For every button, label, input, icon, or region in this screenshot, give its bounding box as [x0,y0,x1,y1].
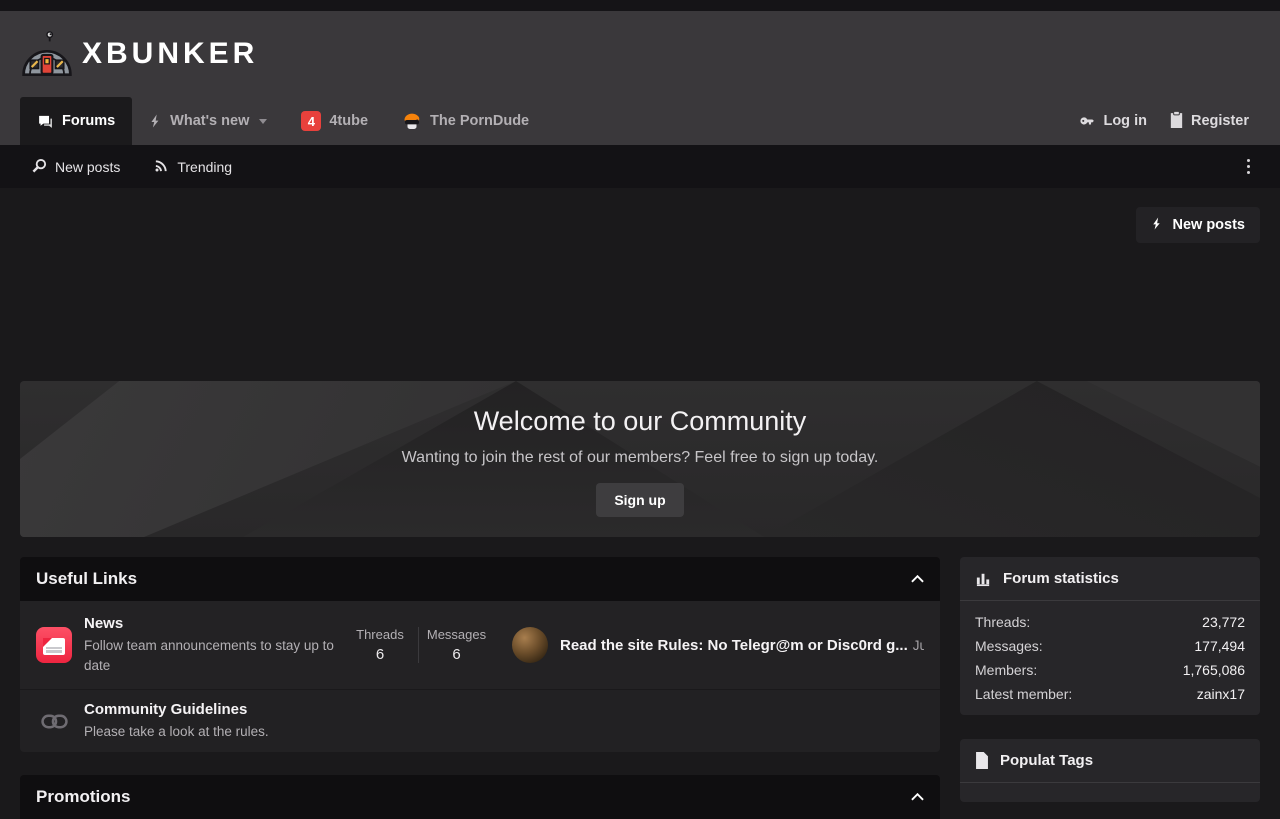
register-icon [1169,111,1184,132]
sub-nav: New posts Trending [0,145,1280,188]
subnav-new-posts[interactable]: New posts [20,145,132,188]
tab-label: What's new [170,113,249,129]
bar-chart-icon [975,570,992,587]
tab-whats-new[interactable]: What's new [132,97,284,145]
guidelines-link[interactable]: Community Guidelines [84,701,269,718]
main-nav: Forums What's new 4 4tube [20,97,1260,145]
collapse-chevron-icon[interactable] [911,575,924,583]
porndude-icon [402,111,422,131]
stat-label: Threads: [975,614,1030,630]
forum-statistics-header: Forum statistics [960,557,1260,601]
forum-statistics-title: Forum statistics [1003,570,1119,587]
forum-statistics-card: Forum statistics Threads: 23,772 Message… [960,557,1260,715]
forum-statistics-body: Threads: 23,772 Messages: 177,494 Member… [960,601,1260,715]
threads-stat: Threads 6 [342,627,418,663]
avatar[interactable] [512,627,548,663]
sign-up-button[interactable]: Sign up [596,483,683,517]
stat-label: Messages: [975,638,1043,654]
news-forum-icon[interactable] [36,627,72,663]
messages-label: Messages [419,627,494,642]
useful-links-title: Useful Links [36,569,137,589]
stat-label: Latest member: [975,686,1072,702]
node-text: News Follow team announcements to stay u… [84,615,342,675]
latest-thread-link[interactable]: Read the site Rules: No Telegr@m or Disc… [560,637,908,654]
stat-row-latest-member: Latest member: zainx17 [975,682,1245,706]
stat-row-members: Members: 1,765,086 [975,658,1245,682]
site-wordmark[interactable]: XBUNKER [82,37,258,71]
popular-tags-card: Populat Tags [960,739,1260,802]
lightning-icon [1151,216,1163,235]
register-link[interactable]: Register [1158,111,1260,132]
useful-links-header: Useful Links [20,557,940,601]
more-menu-icon[interactable] [1237,153,1260,180]
tab-label: The PornDude [430,113,529,129]
stat-value: 177,494 [1194,638,1245,654]
main-column: Useful Links [20,557,940,819]
sidebar: Forum statistics Threads: 23,772 Message… [960,557,1260,802]
site-header: XBUNKER Forums What's new [0,11,1280,145]
subnav-label: Trending [177,159,232,175]
register-label: Register [1191,113,1249,129]
forum-node-news: News Follow team announcements to stay u… [20,601,940,689]
node-stats: Threads 6 Messages 6 [342,627,494,663]
subnav-label: New posts [55,159,120,175]
tab-forums[interactable]: Forums [20,97,132,145]
stat-value: 23,772 [1202,614,1245,630]
new-posts-button-label: New posts [1172,217,1245,233]
guidelines-description: Please take a look at the rules. [84,722,269,742]
stat-row-threads: Threads: 23,772 [975,610,1245,634]
latest-thread-meta: Jun 5, 2024 · ... [913,638,924,653]
news-forum-link[interactable]: News [84,615,342,632]
login-label: Log in [1103,113,1147,129]
actions-row: New posts [20,207,1260,243]
forum-node-guidelines: Community Guidelines Please take a look … [20,689,940,752]
tab-label: 4tube [329,113,368,129]
news-forum-description: Follow team announcements to stay up to … [84,636,342,675]
key-icon [1079,111,1096,132]
subnav-trending[interactable]: Trending [142,145,244,188]
new-posts-button[interactable]: New posts [1136,207,1260,243]
latest-post: Read the site Rules: No Telegr@m or Disc… [512,627,924,663]
popular-tags-body [960,783,1260,802]
tab-4tube[interactable]: 4 4tube [284,97,385,145]
welcome-banner: Welcome to our Community Wanting to join… [20,381,1260,537]
node-text: Community Guidelines Please take a look … [84,701,269,742]
threads-count: 6 [342,646,418,663]
logo-row: XBUNKER [20,11,1260,97]
rss-icon [154,158,169,176]
messages-stat: Messages 6 [418,627,494,663]
top-strip [0,0,1280,11]
search-icon [32,158,47,176]
tab-porndude[interactable]: The PornDude [385,97,546,145]
tab-label: Forums [62,113,115,129]
4tube-icon: 4 [301,111,321,131]
stat-label: Members: [975,662,1037,678]
banner-subtitle: Wanting to join the rest of our members?… [20,449,1260,467]
banner-title: Welcome to our Community [20,406,1260,437]
popular-tags-title: Populat Tags [1000,752,1093,769]
messages-count: 6 [419,646,494,663]
stat-value: 1,765,086 [1183,662,1245,678]
link-icon[interactable] [36,714,72,729]
popular-tags-header: Populat Tags [960,739,1260,783]
promotions-header: Promotions [20,775,940,819]
lightning-icon [149,113,162,129]
document-icon [975,752,989,769]
page-content: New posts Welcome to our Community Wanti… [0,207,1280,819]
login-link[interactable]: Log in [1068,111,1158,132]
threads-label: Threads [342,627,418,642]
forums-icon [37,113,54,130]
chevron-down-icon [259,119,267,124]
latest-member-link[interactable]: zainx17 [1197,686,1245,702]
promotions-title: Promotions [36,787,130,807]
stat-row-messages: Messages: 177,494 [975,634,1245,658]
xbunker-logo-icon[interactable] [20,30,74,78]
